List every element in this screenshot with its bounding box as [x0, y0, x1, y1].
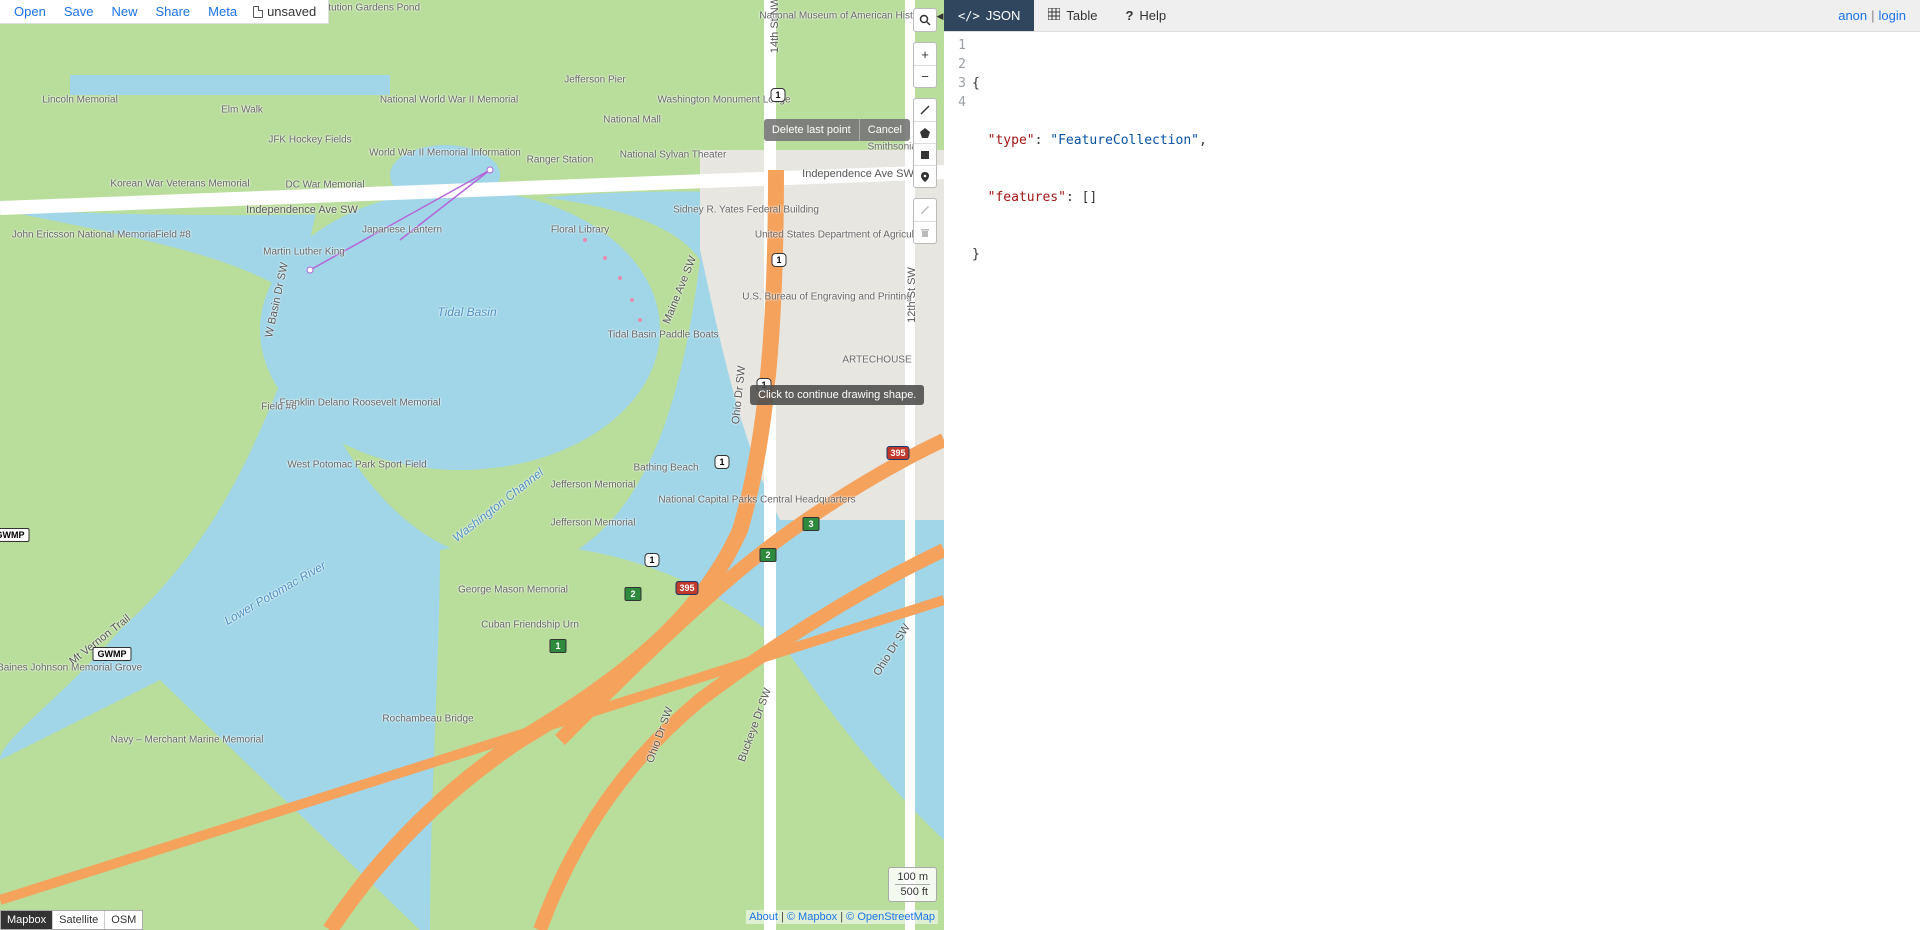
- table-icon: [1048, 8, 1060, 23]
- delete-layers-button[interactable]: [914, 221, 936, 243]
- scale-metric: 100 m: [895, 870, 930, 884]
- auth-sep: |: [1871, 8, 1874, 23]
- map-pane[interactable]: Constitution Gardens Pond Lincoln Memori…: [0, 0, 944, 930]
- line-number: 4: [944, 93, 966, 112]
- edit-icon: [919, 204, 931, 216]
- draw-line-button[interactable]: [914, 99, 936, 121]
- tab-json-label: JSON: [986, 8, 1021, 23]
- cancel-draw-button[interactable]: Cancel: [859, 119, 910, 141]
- shield-i395-a: 395: [886, 446, 909, 460]
- file-status: unsaved: [247, 2, 322, 21]
- about-link[interactable]: About: [749, 911, 778, 923]
- map-tools: + −: [913, 8, 937, 244]
- help-icon: ?: [1125, 8, 1133, 23]
- draw-rectangle-button[interactable]: [914, 143, 936, 165]
- login-link[interactable]: login: [1879, 8, 1906, 23]
- zoom-in-button[interactable]: +: [914, 43, 936, 65]
- shield-gwmp-2: GWMP: [0, 528, 30, 542]
- zoom-out-button[interactable]: −: [914, 65, 936, 87]
- basemap-mapbox[interactable]: Mapbox: [1, 911, 52, 929]
- search-icon: [919, 14, 931, 26]
- line-number: 2: [944, 55, 966, 74]
- basemap-osm[interactable]: OSM: [104, 911, 142, 929]
- shield-g2a: 2: [759, 548, 776, 562]
- anon-link[interactable]: anon: [1838, 8, 1867, 23]
- line-gutter: 1 2 3 4: [944, 36, 972, 930]
- osm-link[interactable]: © OpenStreetMap: [846, 911, 935, 923]
- shield-i395-b: 395: [675, 581, 698, 595]
- line-icon: [919, 104, 931, 116]
- code-icon: </>: [958, 9, 980, 23]
- scale-imperial: 500 ft: [895, 884, 930, 899]
- new-link[interactable]: New: [103, 2, 145, 21]
- tab-help[interactable]: ? Help: [1111, 0, 1180, 31]
- marker-icon: [919, 171, 931, 183]
- rectangle-icon: [919, 149, 931, 161]
- share-link[interactable]: Share: [147, 2, 198, 21]
- top-menu: Open Save New Share Meta unsaved: [0, 0, 329, 24]
- shield-g3: 3: [802, 517, 819, 531]
- meta-link[interactable]: Meta: [200, 2, 245, 21]
- code-text[interactable]: { "type": "FeatureCollection", "features…: [972, 36, 1920, 930]
- shield-us1-e: 1: [644, 553, 659, 567]
- code-editor[interactable]: 1 2 3 4 { "type": "FeatureCollection", "…: [944, 32, 1920, 930]
- attribution: About | © Mapbox | © OpenStreetMap: [746, 910, 938, 924]
- editor-header: </> JSON Table ? Help anon | login: [944, 0, 1920, 32]
- open-link[interactable]: Open: [6, 2, 54, 21]
- edit-layers-button[interactable]: [914, 199, 936, 221]
- draw-marker-button[interactable]: [914, 165, 936, 187]
- basemap-satellite[interactable]: Satellite: [52, 911, 104, 929]
- editor-pane: </> JSON Table ? Help anon | login 1 2: [944, 0, 1920, 930]
- shield-us1-a: 1: [770, 88, 785, 102]
- search-button[interactable]: [914, 9, 936, 31]
- shield-us1-b: 1: [771, 253, 786, 267]
- line-number: 3: [944, 74, 966, 93]
- delete-last-point-button[interactable]: Delete last point: [764, 119, 859, 141]
- tab-table-label: Table: [1066, 8, 1097, 23]
- shield-g2b: 2: [624, 587, 641, 601]
- line-number: 1: [944, 36, 966, 55]
- tab-help-label: Help: [1139, 8, 1166, 23]
- collapse-panel-button[interactable]: ◀: [935, 9, 944, 23]
- tab-table[interactable]: Table: [1034, 0, 1111, 31]
- save-link[interactable]: Save: [56, 2, 102, 21]
- polygon-icon: [919, 127, 931, 139]
- file-icon: [253, 6, 263, 18]
- file-status-text: unsaved: [267, 4, 316, 19]
- tab-json[interactable]: </> JSON: [944, 0, 1034, 31]
- scale-bar: 100 m 500 ft: [888, 867, 937, 902]
- mapbox-link[interactable]: © Mapbox: [787, 911, 837, 923]
- draw-polygon-button[interactable]: [914, 121, 936, 143]
- shield-gwmp: GWMP: [93, 647, 132, 661]
- auth-links: anon | login: [1824, 0, 1920, 31]
- basemap-switcher: Mapbox Satellite OSM: [0, 910, 143, 930]
- shield-g1: 1: [549, 639, 566, 653]
- trash-icon: [919, 227, 931, 239]
- draw-actions: Delete last point Cancel: [764, 119, 910, 141]
- draw-tooltip: Click to continue drawing shape.: [750, 385, 924, 405]
- shield-us1-d: 1: [714, 455, 729, 469]
